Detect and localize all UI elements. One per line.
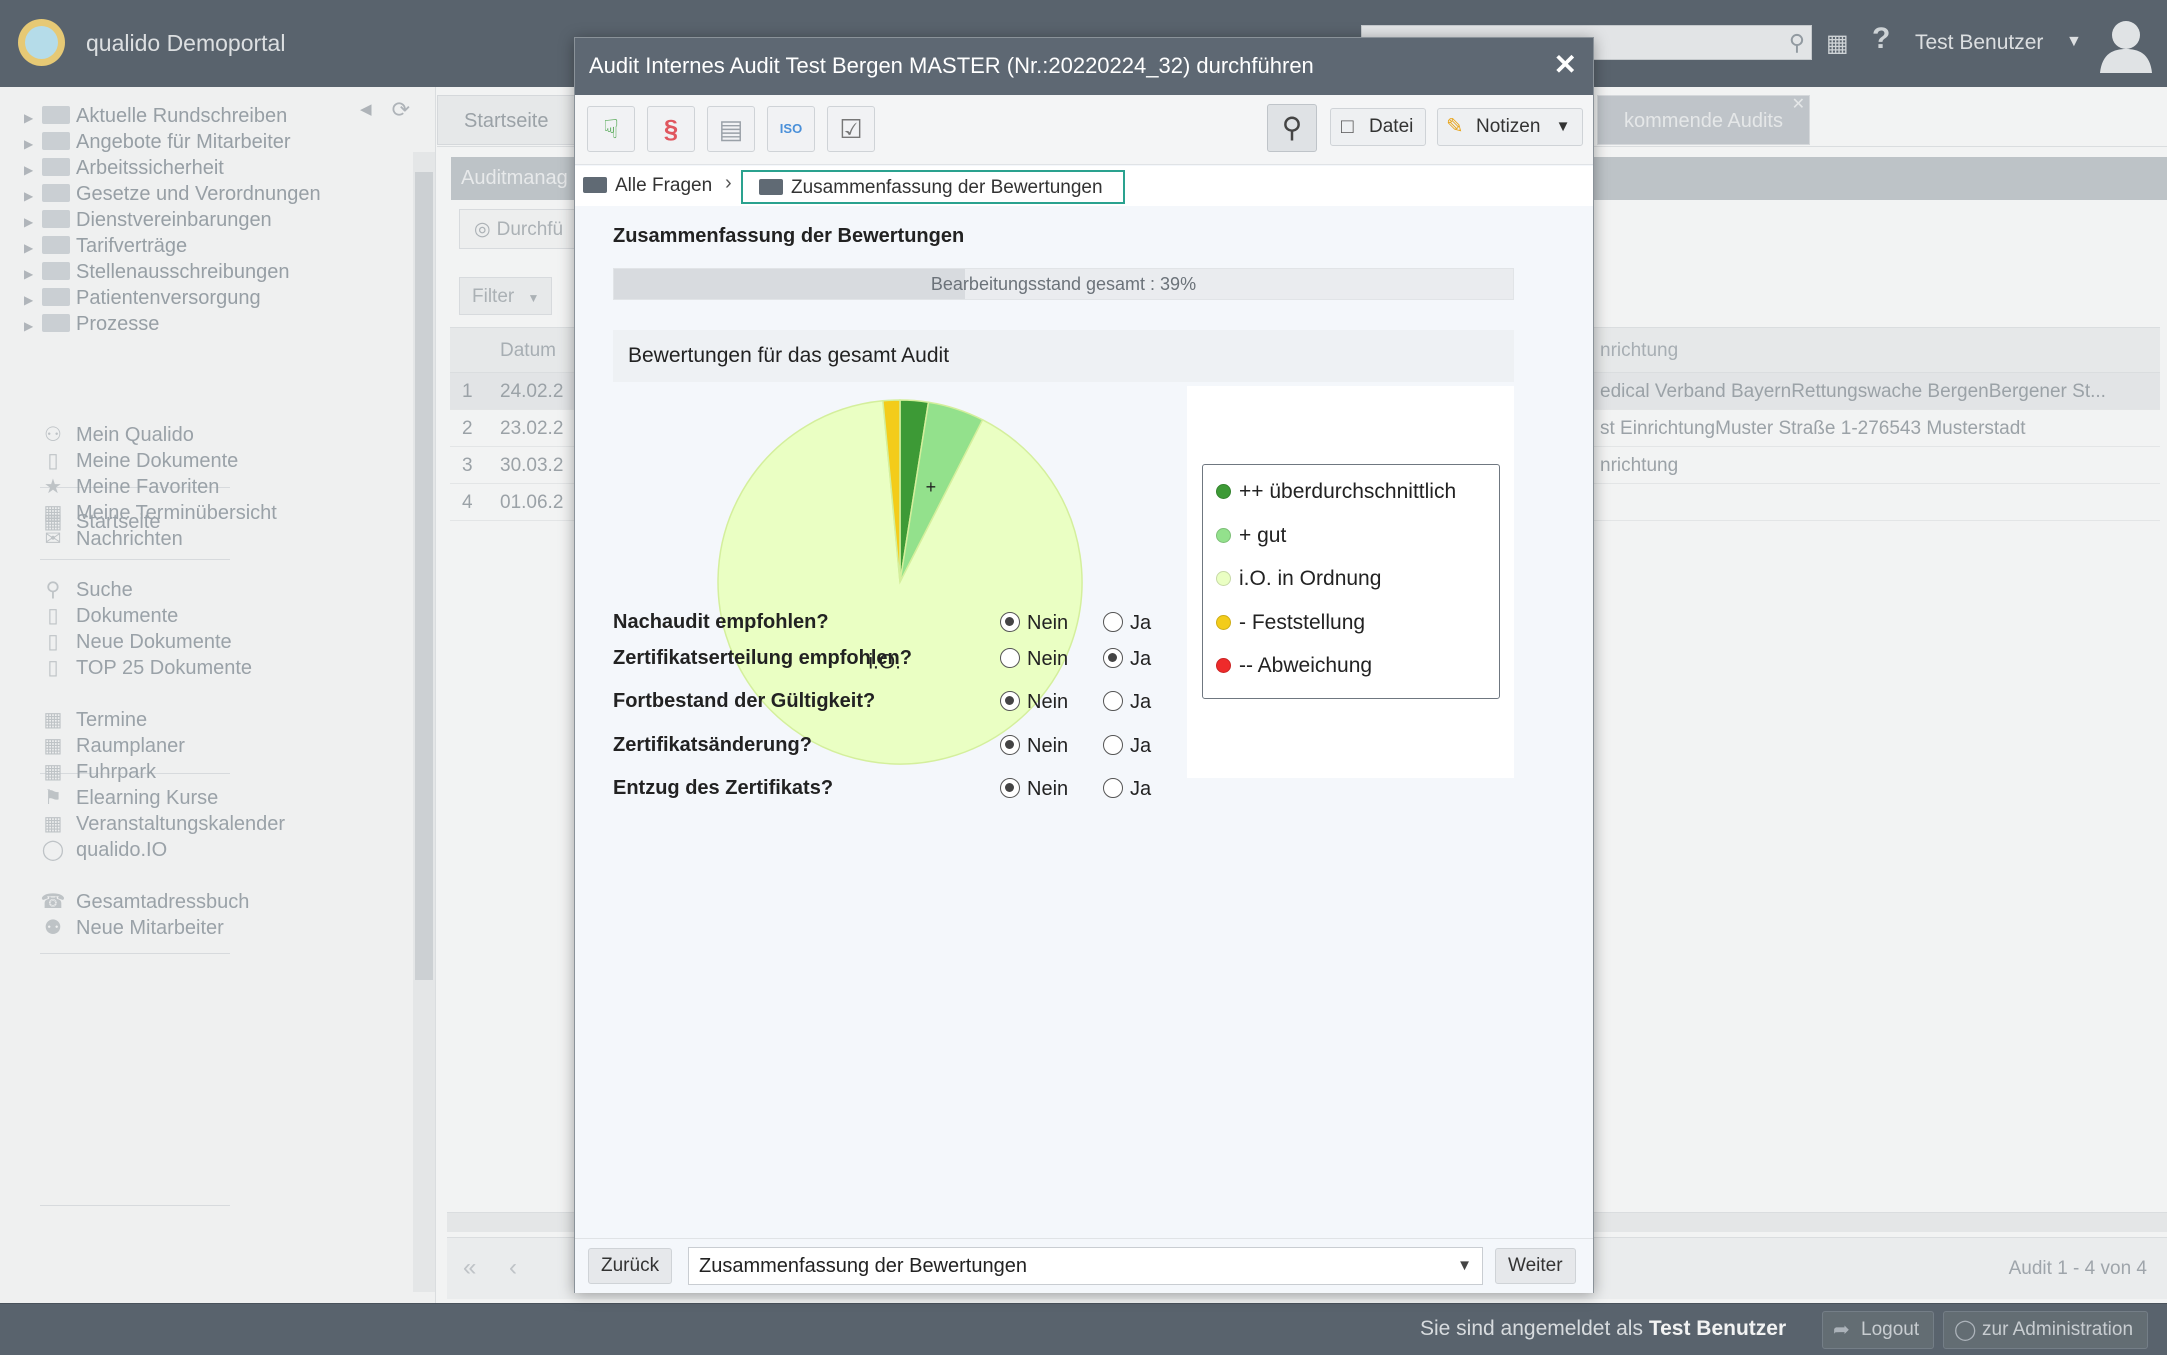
paragraph-icon[interactable]: § xyxy=(647,106,695,152)
question-row: Fortbestand der Gültigkeit? Nein Ja xyxy=(613,690,1213,720)
radio-nein[interactable]: Nein xyxy=(1000,691,1068,714)
file-icon: □ xyxy=(1341,115,1354,138)
chevron-right-icon: › xyxy=(725,172,732,194)
legend-panel: ++ überdurchschnittlich + gut i.O. in Ordn… xyxy=(1187,386,1514,778)
radio-circle[interactable] xyxy=(1000,648,1020,668)
hand-pointer-icon[interactable]: ☟ xyxy=(587,106,635,152)
legend-swatch xyxy=(1216,571,1231,586)
notes-icon: ✎ xyxy=(1446,115,1464,138)
radio-nein[interactable]: Nein xyxy=(1000,612,1068,635)
legend-item[interactable]: + gut xyxy=(1216,524,1286,548)
legend-swatch xyxy=(1216,484,1231,499)
legend-item[interactable]: - Feststellung xyxy=(1216,611,1365,635)
search-button[interactable]: ⚲ xyxy=(1267,104,1317,152)
radio-circle[interactable] xyxy=(1103,612,1123,632)
radio-circle[interactable] xyxy=(1103,648,1123,668)
radio-nein[interactable]: Nein xyxy=(1000,648,1068,671)
notes-button[interactable]: ✎ Notizen ▼ xyxy=(1437,108,1584,146)
radio-circle[interactable] xyxy=(1103,691,1123,711)
radio-ja[interactable]: Ja xyxy=(1103,612,1151,635)
radio-circle[interactable] xyxy=(1000,691,1020,711)
legend-swatch xyxy=(1216,658,1231,673)
chart-heading: Bewertungen für das gesamt Audit xyxy=(613,330,1514,382)
breadcrumb-item-all-questions[interactable]: Alle Fragen xyxy=(583,170,712,204)
question-label: Nachaudit empfohlen? xyxy=(613,611,829,633)
question-row: Zertifikatsänderung? Nein Ja xyxy=(613,734,1213,764)
pie-slice-label: + xyxy=(926,477,937,497)
radio-ja[interactable]: Ja xyxy=(1103,691,1151,714)
radio-nein[interactable]: Nein xyxy=(1000,778,1068,801)
radio-nein[interactable]: Nein xyxy=(1000,735,1068,758)
question-row: Zertifikatserteilung empfohlen? Nein Ja xyxy=(613,647,1213,677)
step-select[interactable]: Zusammenfassung der Bewertungen ▼ xyxy=(688,1247,1483,1285)
next-button[interactable]: Weiter xyxy=(1495,1248,1576,1284)
legend-swatch xyxy=(1216,527,1231,543)
dialog-toolbar: ☟ § ▤ ISO ☑ ⚲ □ Datei ✎ Notizen ▼ xyxy=(575,95,1593,165)
radio-circle[interactable] xyxy=(1103,778,1123,798)
radio-circle[interactable] xyxy=(1000,735,1020,755)
progress-label: Bearbeitungsstand gesamt : 39% xyxy=(930,274,1197,294)
search-icon: ⚲ xyxy=(1281,112,1303,143)
iso-icon[interactable]: ISO xyxy=(767,106,815,152)
close-icon[interactable]: ✕ xyxy=(1554,48,1577,81)
document-question-icon[interactable]: ▤ xyxy=(707,106,755,152)
checklist-icon[interactable]: ☑ xyxy=(827,106,875,152)
dialog-content: Zusammenfassung der Bewertungen Bearbeit… xyxy=(575,206,1593,1251)
radio-circle[interactable] xyxy=(1000,612,1020,632)
question-label: Zertifikatserteilung empfohlen? xyxy=(613,647,912,669)
radio-ja[interactable]: Ja xyxy=(1103,778,1151,801)
legend-item[interactable]: i.O. in Ordnung xyxy=(1216,567,1381,591)
question-label: Entzug des Zertifikats? xyxy=(613,777,834,799)
question-row: Entzug des Zertifikats? Nein Ja xyxy=(613,777,1213,807)
folder-icon xyxy=(583,177,607,193)
question-label: Fortbestand der Gültigkeit? xyxy=(613,690,876,712)
question-label: Zertifikatsänderung? xyxy=(613,734,812,756)
legend-item[interactable]: ++ überdurchschnittlich xyxy=(1216,480,1456,504)
progress-bar: Bearbeitungsstand gesamt : 39% xyxy=(613,268,1514,300)
audit-dialog: Audit Internes Audit Test Bergen MASTER … xyxy=(574,37,1594,1293)
legend-item[interactable]: -- Abweichung xyxy=(1216,654,1372,678)
breadcrumb: Alle Fragen › Zusammenfassung der Bewert… xyxy=(575,166,1593,206)
dialog-header: Audit Internes Audit Test Bergen MASTER … xyxy=(575,38,1593,95)
chart-legend: ++ überdurchschnittlich + gut i.O. in Ordn… xyxy=(1202,464,1500,699)
dialog-footer: Zurück Zusammenfassung der Bewertungen ▼… xyxy=(575,1238,1593,1293)
breadcrumb-item-current[interactable]: Zusammenfassung der Bewertungen xyxy=(741,170,1125,204)
dialog-title: Audit Internes Audit Test Bergen MASTER … xyxy=(589,53,1314,78)
radio-circle[interactable] xyxy=(1103,735,1123,755)
radio-circle[interactable] xyxy=(1000,778,1020,798)
question-row: Nachaudit empfohlen? Nein Ja xyxy=(613,611,1213,641)
folder-icon xyxy=(759,179,783,195)
summary-title: Zusammenfassung der Bewertungen xyxy=(613,225,965,247)
chevron-down-icon: ▼ xyxy=(1457,1257,1472,1274)
legend-swatch xyxy=(1216,614,1231,630)
radio-ja[interactable]: Ja xyxy=(1103,648,1151,671)
file-button[interactable]: □ Datei xyxy=(1330,108,1427,146)
chevron-down-icon: ▼ xyxy=(1555,118,1571,135)
back-button[interactable]: Zurück xyxy=(588,1248,673,1284)
radio-ja[interactable]: Ja xyxy=(1103,735,1151,758)
